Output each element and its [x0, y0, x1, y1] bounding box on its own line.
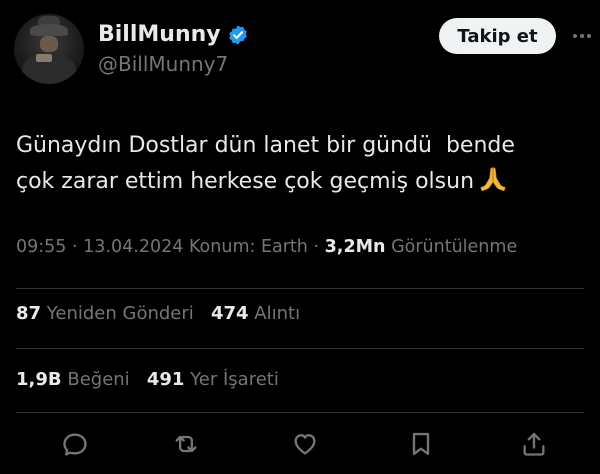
more-options-icon[interactable]: [570, 24, 594, 48]
share-icon[interactable]: [514, 424, 554, 464]
reposts-label: Yeniden Gönderi: [46, 303, 194, 324]
bookmark-icon[interactable]: [401, 424, 441, 464]
divider: [16, 412, 584, 413]
likes-stat[interactable]: 1,9B Beğeni: [16, 369, 130, 390]
views-count: 3,2Mn: [324, 237, 386, 257]
bookmarks-count: 491: [146, 369, 185, 390]
quotes-count: 474: [210, 303, 249, 324]
likes-bookmarks-stats: 1,9B Beğeni 491 Yer İşareti: [16, 369, 279, 390]
reply-icon[interactable]: [55, 424, 95, 464]
repost-icon[interactable]: [166, 424, 206, 464]
pray-icon: [478, 164, 508, 194]
name-row[interactable]: BillMunny: [98, 22, 249, 47]
quotes-stat[interactable]: 474 Alıntı: [211, 303, 300, 324]
likes-count: 1,9B: [16, 369, 62, 390]
follow-button[interactable]: Takip et: [439, 18, 556, 54]
reposts-count: 87: [16, 303, 42, 324]
divider: [16, 348, 584, 349]
quotes-label: Alıntı: [254, 303, 301, 324]
tweet-text: Günaydın Dostlar dün lanet bir gündü ben…: [16, 128, 576, 200]
tweet-meta: 09:55 · 13.04.2024 Konum: Earth · 3,2Mn …: [16, 237, 517, 257]
tweet-line-1: Günaydın Dostlar dün lanet bir gündü ben…: [16, 133, 515, 158]
repost-quote-stats: 87 Yeniden Gönderi 474 Alıntı: [16, 303, 300, 324]
action-bar: [0, 424, 600, 468]
verified-badge-icon: [227, 24, 249, 46]
divider: [16, 288, 584, 289]
avatar[interactable]: [14, 14, 84, 84]
tweet-date[interactable]: 13.04.2024: [83, 237, 183, 257]
bookmarks-stat[interactable]: 491 Yer İşareti: [147, 369, 279, 390]
likes-label: Beğeni: [67, 369, 130, 390]
meta-separator: ·: [72, 237, 78, 257]
location-label: Konum: Earth: [188, 237, 308, 257]
tweet-time[interactable]: 09:55: [16, 237, 66, 257]
display-name[interactable]: BillMunny: [98, 22, 221, 47]
tweet-line-2: çok zarar ettim herkese çok geçmiş olsun: [16, 169, 475, 194]
tweet-header: BillMunny @BillMunny7 Takip et: [0, 0, 600, 100]
meta-separator: ·: [313, 237, 320, 257]
user-handle[interactable]: @BillMunny7: [98, 52, 228, 76]
bookmarks-label: Yer İşareti: [190, 369, 279, 390]
like-icon[interactable]: [285, 424, 325, 464]
views-label: Görüntülenme: [391, 237, 518, 257]
reposts-stat[interactable]: 87 Yeniden Gönderi: [16, 303, 194, 324]
